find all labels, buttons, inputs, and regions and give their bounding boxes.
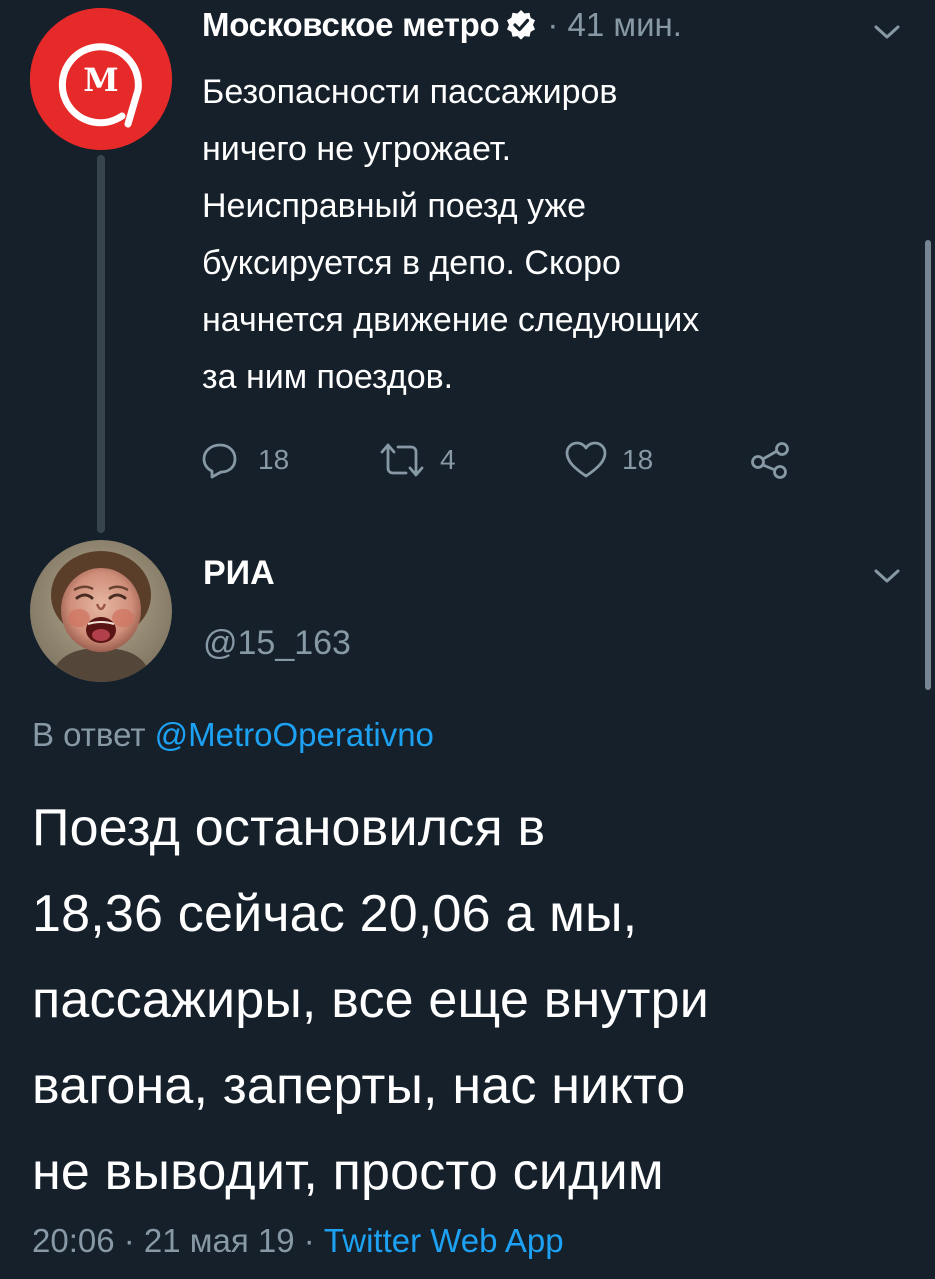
screaming-child-portrait-icon [30,540,172,682]
parent-author-name[interactable]: Московское метро [202,6,500,44]
scrollbar[interactable] [925,240,931,690]
retweet-count: 4 [440,444,456,475]
tweet-thread-page: М Московское метро · 41 мин. Безопасност… [0,0,935,1279]
reply-prefix: В ответ [32,716,155,753]
parent-tweet-time[interactable]: · 41 мин. [547,6,682,44]
like-count: 18 [622,444,654,475]
reply-to-link[interactable]: @MetroOperativno [155,716,434,753]
moscow-metro-logo-icon: М [30,8,172,150]
share-action[interactable] [748,438,792,482]
chevron-down-icon[interactable] [872,566,902,586]
tweet-meta: 20:06 · 21 мая 19 · Twitter Web App [32,1222,564,1260]
reply-count: 18 [258,444,290,475]
main-author-handle[interactable]: @15_163 [203,624,351,663]
share-icon [751,442,789,479]
tweet-source-link[interactable]: Twitter Web App [324,1222,564,1259]
metro-letter: М [83,61,118,99]
reply-action[interactable]: 18 [200,438,289,482]
reply-icon [202,443,237,479]
reply-context: В ответ @MetroOperativno [32,716,434,754]
retweet-icon [380,443,424,477]
chevron-down-icon[interactable] [872,22,902,42]
parent-tweet-header: Московское метро · 41 мин. [202,2,682,48]
retweet-action[interactable]: 4 [378,438,456,482]
verified-badge-icon [507,10,536,40]
like-action[interactable]: 18 [564,438,653,482]
heart-icon [565,441,607,478]
thread-connector-line [97,155,105,533]
main-tweet-text: Поезд остановился в 18,36 сейчас 20,06 а… [32,799,710,1201]
parent-tweet-actions: 18 4 18 [200,438,820,482]
metro-logo-avatar[interactable]: М [30,8,172,150]
tweet-date: · 21 мая 19 · [114,1222,324,1259]
user-avatar[interactable] [30,540,172,682]
parent-tweet-text: Безопасности пассажиров ничего не угрожа… [202,73,700,396]
main-author-name[interactable]: РИА [203,554,275,593]
tweet-time: 20:06 [32,1222,115,1259]
